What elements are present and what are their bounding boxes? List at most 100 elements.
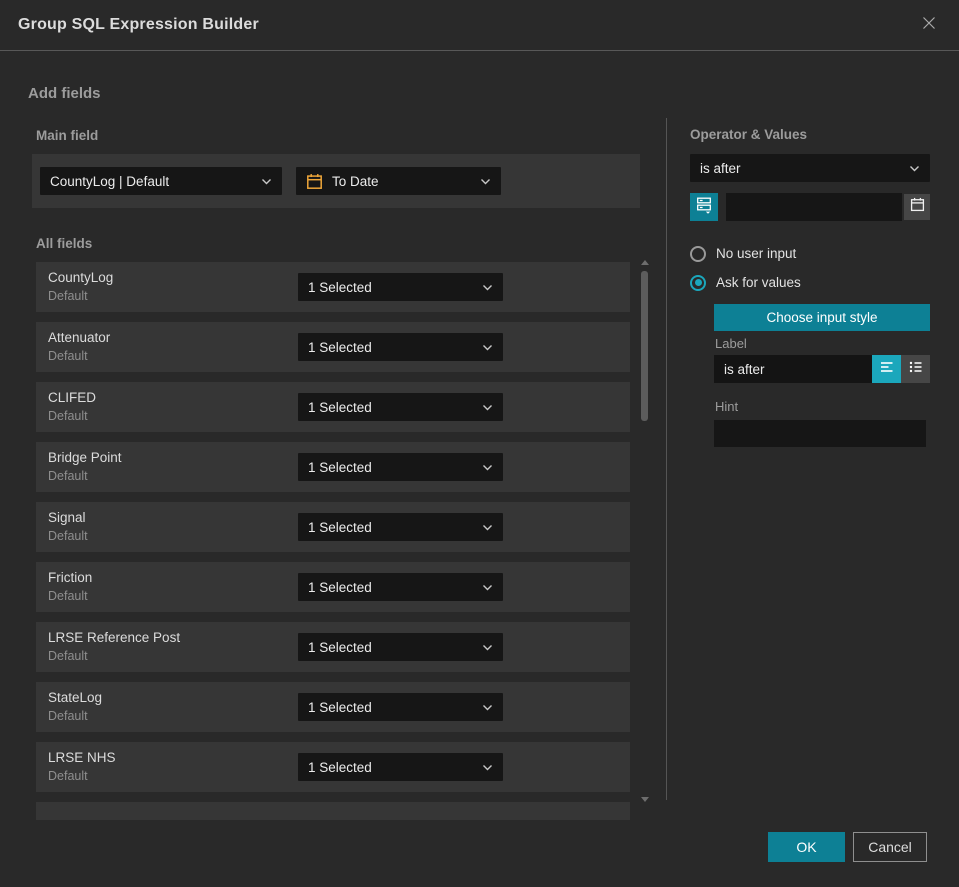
field-values-selected: 1 Selected [308, 279, 372, 295]
dialog-title: Group SQL Expression Builder [18, 16, 259, 33]
close-button[interactable] [917, 13, 941, 37]
field-name: CountyLog [48, 270, 114, 285]
fields-scrollbar[interactable] [640, 258, 650, 804]
operator-select-value: is after [700, 160, 741, 176]
field-row-partial [36, 802, 630, 820]
radio-ask-for-values-label: Ask for values [716, 275, 801, 290]
radio-no-user-input[interactable]: No user input [690, 245, 796, 262]
field-subtitle: Default [48, 589, 88, 603]
field-values-selected: 1 Selected [308, 399, 372, 415]
chevron-down-icon [482, 278, 493, 296]
field-values-selected: 1 Selected [308, 339, 372, 355]
field-values-selected: 1 Selected [308, 519, 372, 535]
radio-unselected-icon [690, 245, 706, 262]
field-values-selected: 1 Selected [308, 699, 372, 715]
field-name: CLIFED [48, 390, 97, 405]
field-values-dropdown[interactable]: 1 Selected [298, 393, 503, 421]
vertical-divider [666, 118, 667, 800]
chevron-down-icon [482, 578, 493, 596]
chevron-down-icon [482, 518, 493, 536]
dialog-titlebar: Group SQL Expression Builder [0, 0, 959, 51]
field-values-dropdown[interactable]: 1 Selected [298, 693, 503, 721]
bulleted-list-icon [908, 359, 924, 380]
field-values-selected: 1 Selected [308, 759, 372, 775]
value-calendar-button[interactable] [904, 194, 930, 220]
chevron-down-icon [482, 398, 493, 416]
field-values-selected: 1 Selected [308, 579, 372, 595]
chevron-down-icon [482, 458, 493, 476]
field-name: Signal [48, 510, 86, 525]
field-row: Bridge Point Default 1 Selected [36, 442, 630, 492]
add-fields-heading: Add fields [28, 85, 101, 102]
list-style-button[interactable] [901, 355, 930, 383]
label-field-label: Label [715, 336, 747, 351]
field-values-dropdown[interactable]: 1 Selected [298, 333, 503, 361]
scrollbar-up-arrow-icon[interactable] [641, 260, 649, 265]
chevron-down-icon [261, 172, 272, 190]
field-values-selected: 1 Selected [308, 459, 372, 475]
field-subtitle: Default [48, 709, 88, 723]
field-name: Bridge Point [48, 450, 122, 465]
field-row: StateLog Default 1 Selected [36, 682, 630, 732]
field-name: LRSE NHS [48, 750, 116, 765]
stacked-rows-icon [696, 196, 712, 219]
align-left-icon [879, 359, 895, 380]
chevron-down-icon [482, 698, 493, 716]
field-name: Attenuator [48, 330, 111, 345]
value-input[interactable] [726, 193, 902, 221]
all-fields-label: All fields [36, 236, 93, 251]
field-values-selected: 1 Selected [308, 639, 372, 655]
chevron-down-icon [482, 638, 493, 656]
field-row: CountyLog Default 1 Selected [36, 262, 630, 312]
choose-input-style-button[interactable]: Choose input style [714, 304, 930, 331]
field-subtitle: Default [48, 469, 88, 483]
field-values-dropdown[interactable]: 1 Selected [298, 753, 503, 781]
field-subtitle: Default [48, 349, 88, 363]
main-field-panel: CountyLog | Default To Date [32, 154, 640, 208]
hint-field-label: Hint [715, 399, 739, 414]
main-field-date-value: To Date [332, 173, 379, 189]
field-row: LRSE Reference Post Default 1 Selected [36, 622, 630, 672]
group-sql-expression-builder-dialog: { "dialog": { "title": "Group SQL Expres… [0, 0, 959, 887]
field-row: LRSE NHS Default 1 Selected [36, 742, 630, 792]
scrollbar-thumb[interactable] [641, 271, 648, 421]
all-fields-list: CountyLog Default 1 Selected Attenuator … [36, 258, 630, 820]
close-icon [919, 13, 939, 38]
scrollbar-down-arrow-icon[interactable] [641, 797, 649, 802]
field-subtitle: Default [48, 289, 88, 303]
calendar-icon [910, 197, 925, 217]
field-subtitle: Default [48, 409, 88, 423]
field-values-dropdown[interactable]: 1 Selected [298, 573, 503, 601]
single-line-style-button[interactable] [872, 355, 901, 383]
field-row: CLIFED Default 1 Selected [36, 382, 630, 432]
field-name: StateLog [48, 690, 103, 705]
field-name: LRSE Reference Post [48, 630, 181, 645]
field-row: Friction Default 1 Selected [36, 562, 630, 612]
main-field-select[interactable]: CountyLog | Default [40, 167, 282, 195]
radio-no-user-input-label: No user input [716, 246, 797, 261]
cancel-button[interactable]: Cancel [853, 832, 927, 862]
field-subtitle: Default [48, 649, 88, 663]
chevron-down-icon [482, 758, 493, 776]
field-subtitle: Default [48, 769, 88, 783]
main-field-date-select[interactable]: To Date [296, 167, 501, 195]
chevron-down-icon [482, 338, 493, 356]
field-values-dropdown[interactable]: 1 Selected [298, 513, 503, 541]
field-values-dropdown[interactable]: 1 Selected [298, 453, 503, 481]
value-input-type-button[interactable] [690, 193, 718, 221]
operator-values-heading: Operator & Values [690, 127, 808, 142]
calendar-icon [306, 173, 323, 190]
ok-button[interactable]: OK [768, 832, 845, 862]
main-field-select-value: CountyLog | Default [50, 173, 170, 189]
hint-input[interactable] [714, 420, 926, 447]
field-row: Signal Default 1 Selected [36, 502, 630, 552]
field-name: Friction [48, 570, 93, 585]
chevron-down-icon [909, 159, 920, 177]
radio-ask-for-values[interactable]: Ask for values [690, 274, 801, 291]
field-values-dropdown[interactable]: 1 Selected [298, 633, 503, 661]
field-values-dropdown[interactable]: 1 Selected [298, 273, 503, 301]
radio-selected-icon [690, 274, 706, 291]
field-subtitle: Default [48, 529, 88, 543]
label-input[interactable] [714, 355, 872, 383]
operator-select[interactable]: is after [690, 154, 930, 182]
